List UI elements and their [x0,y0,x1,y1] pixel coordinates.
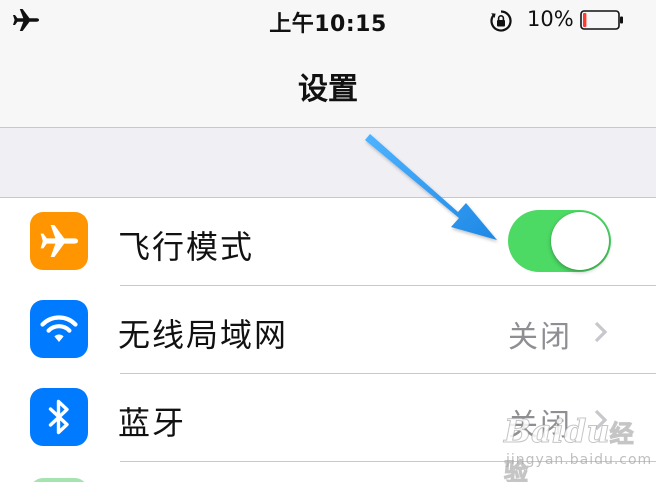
settings-row-wlan[interactable]: 无线局域网 关闭 [0,286,656,374]
section-header [0,128,656,198]
wifi-icon [30,300,88,358]
airplane-mode-toggle[interactable] [508,210,611,272]
airplane-mode-icon [30,212,88,270]
chevron-right-icon [592,320,610,344]
status-bar: 上午10:15 10% [0,0,656,42]
battery-percent: 10% [527,7,574,31]
watermark-url: jingyan.baidu.com [506,452,653,468]
watermark-brand: Baidu经验 [504,412,635,482]
bluetooth-label: 蓝牙 [118,404,187,442]
baidu-watermark: Baidu经验 jingyan.baidu.com [470,412,653,482]
ios-settings-screen: 上午10:15 10% 设置 飞行模式 无线局域网 关闭 蓝牙 关闭 Baidu… [0,0,656,482]
rotation-lock-icon [489,9,513,33]
wlan-label: 无线局域网 [118,316,289,354]
navigation-bar: 设置 [0,42,656,128]
wlan-status-value: 关闭 [508,320,572,355]
airplane-mode-label: 飞行模式 [118,228,255,266]
cellular-icon [30,478,88,482]
battery-icon [580,10,624,30]
toggle-knob [551,212,609,270]
bluetooth-icon [30,388,88,446]
settings-row-airplane-mode[interactable]: 飞行模式 [0,198,656,286]
page-title: 设置 [298,72,358,107]
